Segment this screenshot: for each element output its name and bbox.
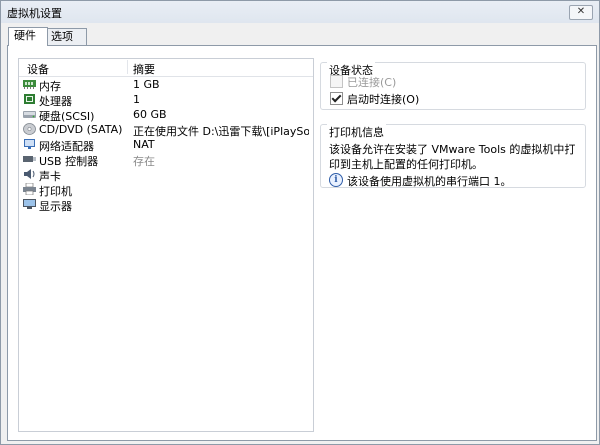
column-separator bbox=[127, 60, 128, 74]
memory-icon bbox=[23, 80, 36, 89]
printer-port-note: i 该设备使用虚拟机的串行端口 1。 bbox=[329, 173, 579, 188]
connect-at-power-on-label: 启动时连接(O) bbox=[347, 93, 420, 106]
close-button[interactable]: ✕ bbox=[569, 5, 593, 20]
column-summary-header[interactable]: 摘要 bbox=[133, 61, 155, 77]
printer-info-group: 打印机信息 该设备允许在安装了 VMware Tools 的虚拟机中打印到主机上… bbox=[320, 124, 586, 188]
device-status-group: 设备状态 已连接(C) 启动时连接(O) bbox=[320, 62, 586, 110]
connected-checkbox[interactable] bbox=[330, 75, 343, 88]
device-list[interactable]: 设备 摘要 内存 1 GB 处理器 1 硬盘(SCSI) 60 GB CD/DV… bbox=[18, 58, 314, 432]
device-row-hard-disk[interactable]: 硬盘(SCSI) 60 GB bbox=[19, 107, 313, 123]
hard-disk-icon bbox=[23, 111, 36, 118]
vm-settings-window: 虚拟机设置 ✕ 硬件 选项 设备 摘要 内存 1 GB 处理器 1 硬盘(SCS… bbox=[0, 0, 600, 445]
device-rows: 内存 1 GB 处理器 1 硬盘(SCSI) 60 GB CD/DVD (SAT… bbox=[19, 77, 313, 213]
device-row-usb-controller[interactable]: USB 控制器 存在 bbox=[19, 152, 313, 168]
network-adapter-icon bbox=[24, 139, 35, 149]
printer-icon bbox=[23, 183, 36, 195]
device-row-cd-dvd[interactable]: CD/DVD (SATA) 正在使用文件 D:\迅雷下载\[iPlaySof..… bbox=[19, 122, 313, 138]
window-title: 虚拟机设置 bbox=[7, 7, 62, 20]
device-summary: 1 GB bbox=[133, 78, 160, 91]
column-device-header[interactable]: 设备 bbox=[27, 61, 49, 77]
port-note-text: 该设备使用虚拟机的串行端口 1。 bbox=[347, 175, 512, 188]
device-label: CD/DVD (SATA) bbox=[39, 123, 123, 136]
usb-controller-icon bbox=[23, 156, 36, 162]
printer-info-title: 打印机信息 bbox=[327, 124, 386, 140]
processor-icon bbox=[24, 94, 35, 104]
title-bar: 虚拟机设置 ✕ bbox=[1, 1, 599, 23]
sound-card-icon bbox=[24, 169, 35, 179]
tab-options[interactable]: 选项 bbox=[45, 28, 87, 45]
tab-hardware[interactable]: 硬件 bbox=[8, 27, 48, 46]
device-row-network-adapter[interactable]: 网络适配器 NAT bbox=[19, 137, 313, 153]
device-row-display[interactable]: 显示器 bbox=[19, 197, 313, 213]
device-summary: 1 bbox=[133, 93, 140, 106]
device-row-memory[interactable]: 内存 1 GB bbox=[19, 77, 313, 93]
info-icon: i bbox=[329, 173, 343, 187]
device-summary: NAT bbox=[133, 138, 155, 151]
device-summary: 60 GB bbox=[133, 108, 167, 121]
connect-at-power-on-checkbox[interactable] bbox=[330, 92, 343, 105]
device-row-sound-card[interactable]: 声卡 bbox=[19, 167, 313, 183]
display-icon bbox=[23, 199, 36, 209]
device-label: 显示器 bbox=[39, 200, 72, 213]
hardware-panel: 设备 摘要 内存 1 GB 处理器 1 硬盘(SCSI) 60 GB CD/DV… bbox=[7, 45, 597, 441]
device-row-processor[interactable]: 处理器 1 bbox=[19, 92, 313, 108]
printer-info-description: 该设备允许在安装了 VMware Tools 的虚拟机中打印到主机上配置的任何打… bbox=[329, 143, 576, 171]
list-header: 设备 摘要 bbox=[19, 59, 313, 77]
device-row-printer[interactable]: 打印机 bbox=[19, 182, 313, 198]
cd-dvd-icon bbox=[23, 123, 36, 135]
connected-label: 已连接(C) bbox=[347, 76, 397, 89]
